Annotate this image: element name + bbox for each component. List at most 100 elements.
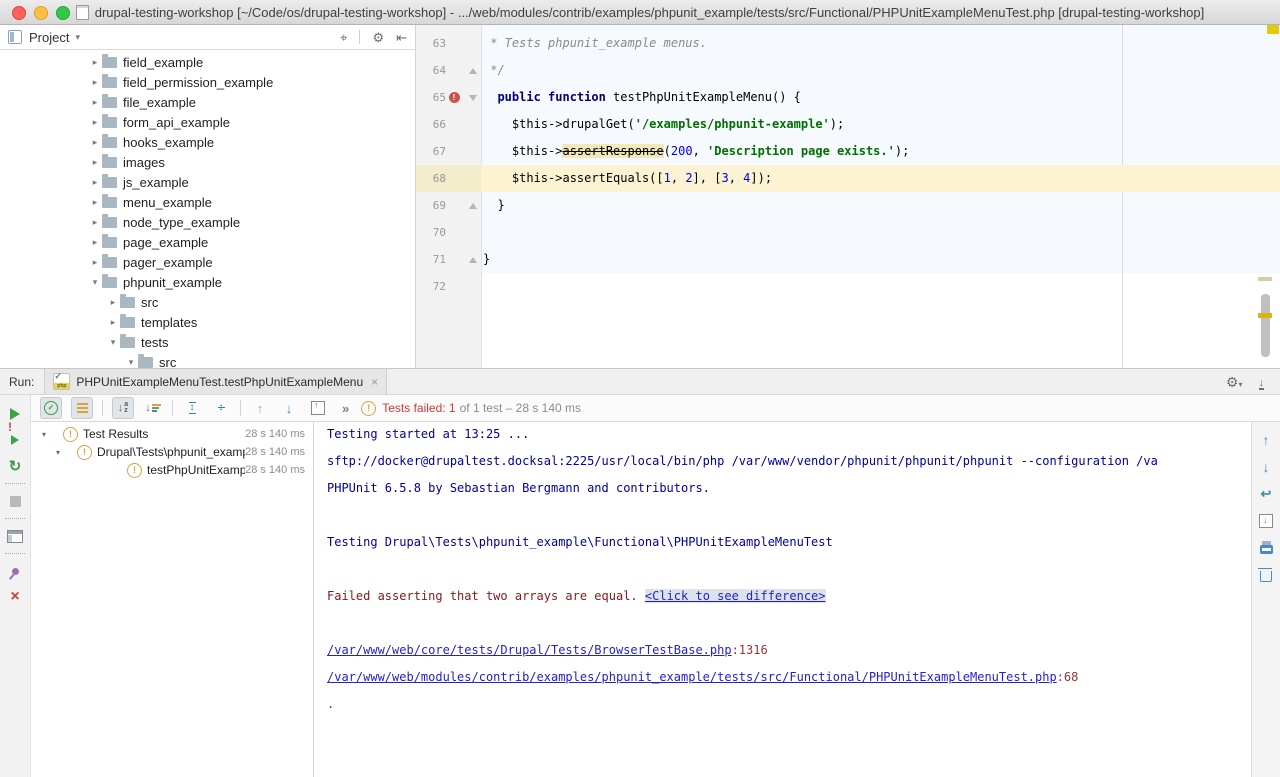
code-line[interactable]: 72: [416, 273, 1280, 300]
project-tree-item[interactable]: ▸templates: [0, 312, 415, 332]
chevron-down-icon[interactable]: ▾: [124, 357, 138, 368]
code-editor[interactable]: 63 * Tests phpunit_example menus.64 */65…: [416, 25, 1280, 368]
clear-all-button[interactable]: [1260, 567, 1272, 582]
project-tree-item[interactable]: ▾phpunit_example: [0, 272, 415, 292]
minimize-window-button[interactable]: [34, 6, 48, 20]
error-stripe-deprecation-mark[interactable]: [1258, 277, 1272, 281]
show-ignored-toggle[interactable]: [71, 397, 93, 419]
code-line[interactable]: 65! public function testPhpUnitExampleMe…: [416, 84, 1280, 111]
project-tree-item[interactable]: ▸pager_example: [0, 252, 415, 272]
chevron-right-icon[interactable]: ▸: [88, 137, 102, 148]
code-line[interactable]: 66 $this->drupalGet('/examples/phpunit-e…: [416, 111, 1280, 138]
project-tree-item[interactable]: ▸form_api_example: [0, 112, 415, 132]
console-line: Testing started at 13:25 ...: [327, 427, 1251, 454]
code-line[interactable]: 67 $this->assertResponse(200, 'Descripti…: [416, 138, 1280, 165]
close-results-button[interactable]: ×: [0, 584, 30, 610]
restore-layout-button[interactable]: [0, 523, 30, 549]
chevron-right-icon[interactable]: ▸: [88, 197, 102, 208]
chevron-right-icon[interactable]: ▸: [88, 157, 102, 168]
code-line[interactable]: 64 */: [416, 57, 1280, 84]
chevron-down-icon[interactable]: ▾: [51, 448, 65, 457]
chevron-down-icon[interactable]: ▾: [88, 277, 102, 288]
fold-end-icon[interactable]: [469, 68, 477, 74]
project-tree-item[interactable]: ▸node_type_example: [0, 212, 415, 232]
close-window-button[interactable]: [12, 6, 26, 20]
error-stripe-warning-indicator[interactable]: [1267, 25, 1279, 34]
console-link[interactable]: <Click to see difference>: [645, 589, 826, 603]
print-button[interactable]: [1260, 540, 1273, 555]
rerun-failed-tests-button[interactable]: !: [0, 427, 30, 453]
test-result-row[interactable]: !testPhpUnitExampleMenu28 s 140 ms: [31, 461, 313, 479]
code-text: */: [481, 57, 1280, 84]
test-failed-gutter-icon[interactable]: !: [449, 92, 460, 103]
code-line[interactable]: 71}: [416, 246, 1280, 273]
run-tab[interactable]: ✓ PHPUnitExampleMenuTest.testPhpUnitExam…: [44, 369, 387, 394]
project-tree-item[interactable]: ▸hooks_example: [0, 132, 415, 152]
locate-file-button[interactable]: ⌖: [340, 31, 347, 44]
console-line: /var/www/web/modules/contrib/examples/ph…: [327, 670, 1251, 697]
chevron-down-icon[interactable]: ▾: [75, 32, 80, 43]
chevron-right-icon[interactable]: ▸: [106, 297, 120, 308]
folder-icon: [120, 317, 135, 328]
test-result-row[interactable]: ▾!Drupal\Tests\phpunit_example\Functiona…: [31, 443, 313, 461]
next-failed-test-button[interactable]: ↓: [279, 398, 299, 418]
collapse-all-button[interactable]: ↕: [211, 398, 231, 418]
project-tree-item[interactable]: ▸src: [0, 292, 415, 312]
chevron-right-icon[interactable]: ▸: [88, 217, 102, 228]
project-tree-item[interactable]: ▸images: [0, 152, 415, 172]
console-link[interactable]: /var/www/web/core/tests/Drupal/Tests/Bro…: [327, 643, 732, 657]
chevron-right-icon[interactable]: ▸: [88, 237, 102, 248]
more-toolbar-chevrons[interactable]: »: [342, 401, 349, 416]
toggle-auto-test-button[interactable]: ↻: [0, 453, 30, 479]
project-tree-item[interactable]: ▸page_example: [0, 232, 415, 252]
folder-icon: [102, 177, 117, 188]
code-line[interactable]: 68 $this->assertEquals([1, 2], [3, 4]);: [416, 165, 1280, 192]
editor-scrollbar-thumb[interactable]: [1261, 294, 1270, 357]
gear-icon[interactable]: ⚙: [372, 31, 384, 44]
hide-passed-toggle[interactable]: ✓: [40, 397, 62, 419]
test-console-output[interactable]: Testing started at 13:25 ...sftp://docke…: [314, 422, 1251, 777]
project-tree-item[interactable]: ▸file_example: [0, 92, 415, 112]
project-tree-item[interactable]: ▾tests: [0, 332, 415, 352]
close-tab-icon[interactable]: ×: [371, 376, 378, 388]
code-line[interactable]: 63 * Tests phpunit_example menus.: [416, 30, 1280, 57]
project-tree-item[interactable]: ▸js_example: [0, 172, 415, 192]
console-link[interactable]: /var/www/web/modules/contrib/examples/ph…: [327, 670, 1057, 684]
scroll-to-end-button[interactable]: [1259, 513, 1273, 528]
fold-end-icon[interactable]: [469, 257, 477, 263]
chevron-right-icon[interactable]: ▸: [88, 257, 102, 268]
expand-all-button[interactable]: ↕: [182, 398, 202, 418]
chevron-right-icon[interactable]: ▸: [88, 97, 102, 108]
scroll-down-button[interactable]: ↓: [1263, 459, 1270, 474]
project-tree-item[interactable]: ▾src: [0, 352, 415, 368]
chevron-right-icon[interactable]: ▸: [88, 77, 102, 88]
hide-panel-button[interactable]: ⇤: [396, 31, 407, 44]
project-tree-item[interactable]: ▸field_example: [0, 52, 415, 72]
error-stripe-warning-mark[interactable]: [1258, 313, 1272, 318]
project-tree-item[interactable]: ▸menu_example: [0, 192, 415, 212]
fullscreen-window-button[interactable]: [56, 6, 70, 20]
console-line: PHPUnit 6.5.8 by Sebastian Bergmann and …: [327, 481, 1251, 508]
open-results-in-editor-button[interactable]: [308, 398, 328, 418]
sort-by-duration-button[interactable]: ↓: [143, 398, 163, 418]
sort-alphabetically-toggle[interactable]: ↓az: [112, 397, 134, 419]
soft-wrap-toggle[interactable]: ↩: [1261, 486, 1272, 501]
hide-tool-window-button[interactable]: ↓: [1259, 374, 1265, 390]
project-tree-item[interactable]: ▸field_permission_example: [0, 72, 415, 92]
pin-tab-button[interactable]: [0, 558, 30, 584]
scroll-up-button[interactable]: ↑: [1263, 432, 1270, 447]
chevron-right-icon[interactable]: ▸: [106, 317, 120, 328]
test-result-row[interactable]: ▾!Test Results28 s 140 ms: [31, 425, 313, 443]
gear-icon[interactable]: ⚙▾: [1226, 375, 1243, 389]
chevron-down-icon[interactable]: ▾: [106, 337, 120, 348]
run-tab-bar: Run: ✓ PHPUnitExampleMenuTest.testPhpUni…: [0, 369, 1280, 395]
rerun-button[interactable]: [0, 401, 30, 427]
chevron-right-icon[interactable]: ▸: [88, 57, 102, 68]
fold-start-icon[interactable]: [469, 95, 477, 101]
code-line[interactable]: 70: [416, 219, 1280, 246]
chevron-down-icon[interactable]: ▾: [37, 430, 51, 439]
chevron-right-icon[interactable]: ▸: [88, 117, 102, 128]
code-line[interactable]: 69 }: [416, 192, 1280, 219]
fold-end-icon[interactable]: [469, 203, 477, 209]
chevron-right-icon[interactable]: ▸: [88, 177, 102, 188]
